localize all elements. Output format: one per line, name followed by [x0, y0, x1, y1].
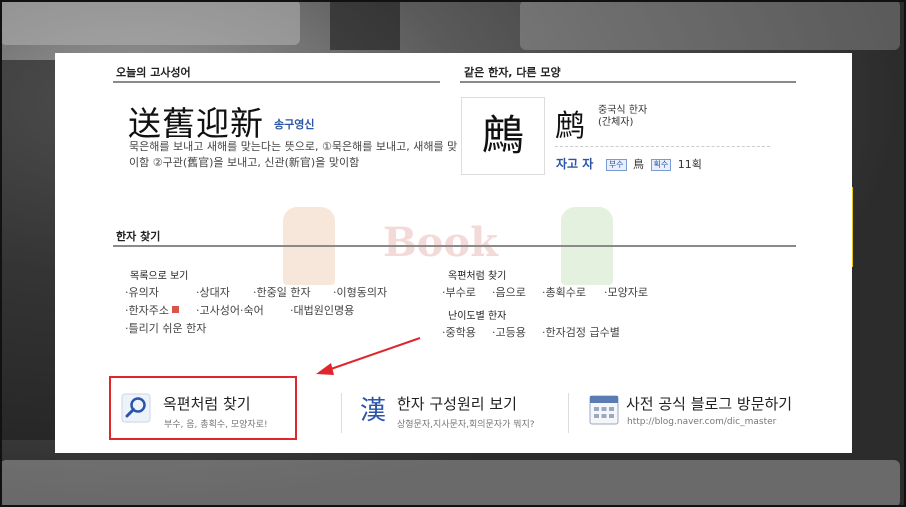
list-view-row: ·유의자 ·상대자 ·한중일 한자 ·이형동의자	[125, 284, 455, 300]
divider	[568, 393, 569, 433]
link-high-school[interactable]: ·고등용	[492, 324, 526, 340]
blog-visit-title: 사전 공식 블로그 방문하기	[626, 395, 793, 413]
link-antonym[interactable]: ·상대자	[196, 284, 230, 300]
divider	[341, 393, 342, 433]
watermark-text: Book	[383, 219, 498, 266]
today-idiom-title: 오늘의 고사성어	[116, 66, 191, 79]
char-reading[interactable]: 자고 자	[556, 157, 593, 171]
background-shadow	[330, 0, 400, 50]
divider	[113, 81, 440, 83]
blog-url: http://blog.naver.com/dic_master	[627, 417, 777, 427]
link-by-strokes[interactable]: ·총획수로	[542, 284, 586, 300]
link-hanja-address[interactable]: ·한자주소	[125, 302, 179, 318]
hanja-principle-title: 한자 구성원리 보기	[397, 395, 517, 413]
char-type-line2: (간체자)	[598, 117, 634, 128]
link-synonym[interactable]: ·유의자	[125, 284, 159, 300]
calendar-icon	[589, 395, 619, 425]
dotted-divider	[555, 146, 770, 147]
list-view-row: ·틀리기 쉬운 한자	[125, 320, 455, 336]
okpyeon-title: 옥편처럼 찾기	[448, 271, 507, 282]
link-by-shape[interactable]: ·모양자로	[604, 284, 648, 300]
idiom-hanja[interactable]: 送舊迎新	[128, 97, 264, 145]
stroke-value: 11획	[677, 158, 702, 171]
divider	[460, 81, 796, 83]
link-confusing-hanja[interactable]: ·틀리기 쉬운 한자	[125, 320, 206, 336]
hanja-search-title: 한자 찾기	[116, 230, 161, 243]
hanja-han-icon: 漢	[360, 396, 387, 426]
divider	[113, 245, 796, 247]
link-middle-school[interactable]: ·중학용	[442, 324, 476, 340]
link-cjk-hanja[interactable]: ·한중일 한자	[253, 284, 311, 300]
list-view-title: 목록으로 보기	[130, 271, 189, 282]
highlight-box	[109, 376, 297, 440]
blog-visit-link[interactable]: 사전 공식 블로그 방문하기 http://blog.naver.com/dic…	[585, 383, 825, 438]
char-info: 자고 자 부수 鳥 획수 11획	[556, 155, 702, 172]
same-char-title: 같은 한자, 다른 모양	[464, 66, 561, 79]
background-stone	[0, 0, 300, 45]
char-type-label: 중국식 한자 (간체자)	[598, 105, 647, 129]
hanja-principle-sub: 상형문자,지사문자,회의문자가 뭐지?	[397, 420, 535, 430]
idiom-reading[interactable]: 송구영신	[274, 116, 314, 132]
level-title: 난이도별 한자	[448, 311, 507, 322]
okpyeon-row: ·부수로 ·음으로 ·총획수로 ·모양자로	[442, 284, 742, 300]
char-display[interactable]: 鷓	[461, 97, 545, 175]
stroke-badge: 획수	[650, 159, 672, 171]
radical-badge: 부수	[605, 159, 627, 171]
link-idioms[interactable]: ·고사성어·숙어	[196, 302, 264, 318]
level-row: ·중학용 ·고등용 ·한자검정 급수별	[442, 324, 742, 340]
link-exam-level[interactable]: ·한자검정 급수별	[542, 324, 620, 340]
radical-value: 鳥	[633, 158, 645, 171]
link-variant-same-meaning[interactable]: ·이형동의자	[333, 284, 387, 300]
link-court-name[interactable]: ·대법원인명용	[290, 302, 354, 318]
background-shadow	[0, 60, 55, 440]
new-badge-icon	[171, 306, 179, 313]
link-by-radical[interactable]: ·부수로	[442, 284, 476, 300]
hanja-principle-link[interactable]: 漢 한자 구성원리 보기 상형문자,지사문자,회의문자가 뭐지?	[358, 383, 568, 438]
background-stone	[0, 460, 900, 507]
char-type-line1: 중국식 한자	[598, 105, 648, 116]
variant-char[interactable]: 鹧	[555, 101, 585, 145]
idiom-description: 묵은해를 보내고 새해를 맞는다는 뜻으로, ①묵은해를 보내고, 새해를 맞이…	[129, 140, 458, 169]
link-by-sound[interactable]: ·음으로	[492, 284, 526, 300]
background-stone	[520, 0, 900, 50]
list-view-row: ·한자주소 ·고사성어·숙어 ·대법원인명용	[125, 302, 455, 318]
